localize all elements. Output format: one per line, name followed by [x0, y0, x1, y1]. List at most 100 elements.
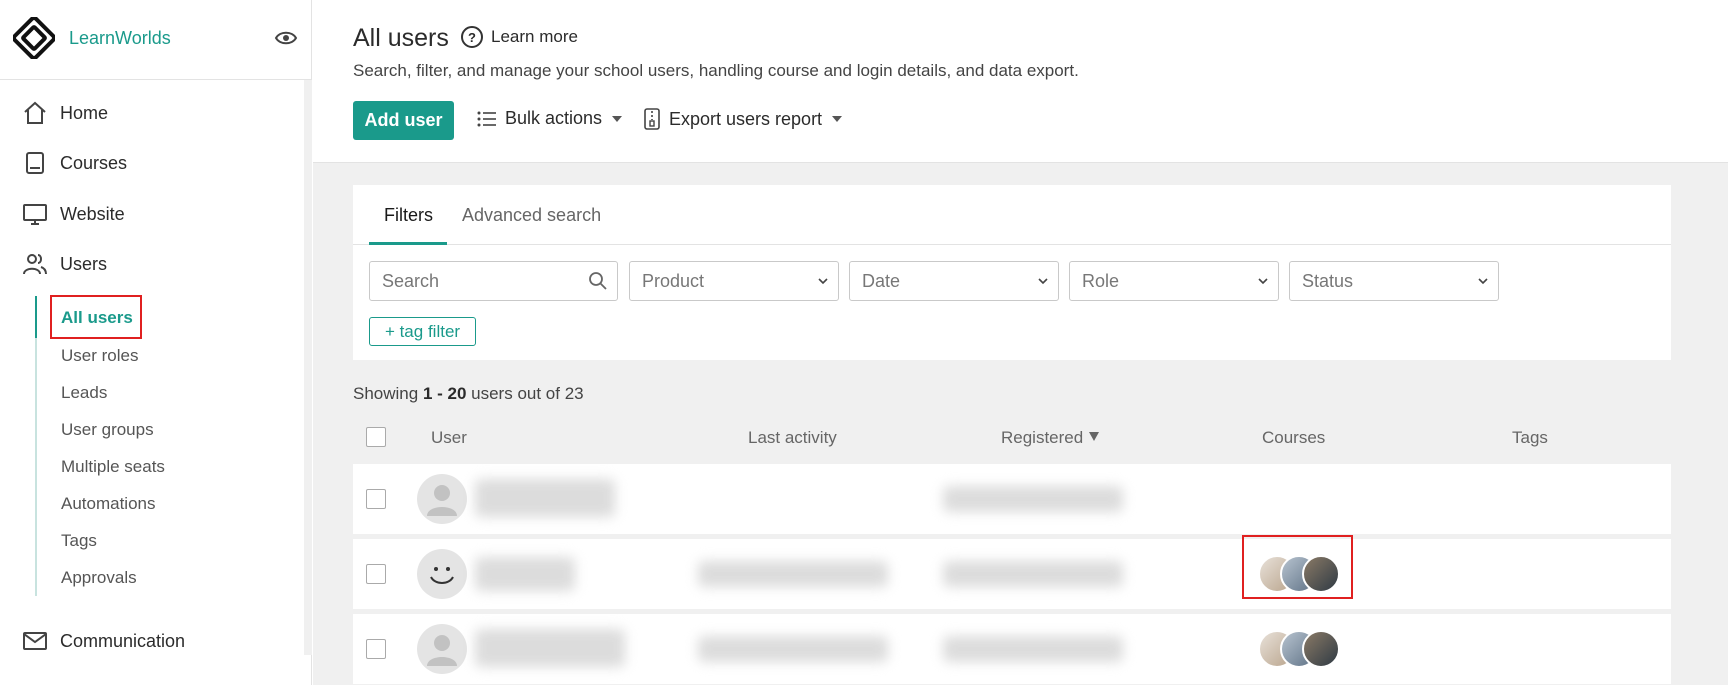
- sidebar-item-communication[interactable]: Communication: [22, 628, 185, 654]
- blurred-user-name[interactable]: [475, 557, 575, 591]
- tab-filters[interactable]: Filters: [384, 205, 433, 226]
- table-row[interactable]: [353, 539, 1671, 609]
- monitor-icon: [23, 204, 47, 225]
- product-select[interactable]: Product: [629, 261, 839, 301]
- export-users-report-dropdown[interactable]: Export users report: [643, 108, 843, 130]
- help-icon: ?: [461, 26, 483, 48]
- chevron-down-icon: [1258, 278, 1268, 285]
- sidebar-subitem-multiple-seats[interactable]: Multiple seats: [61, 457, 165, 477]
- users-icon: [23, 254, 47, 275]
- sidebar-item-users[interactable]: Users: [22, 251, 107, 277]
- sidebar-subitem-automations[interactable]: Automations: [61, 494, 156, 514]
- submenu-rail: [35, 296, 37, 596]
- blurred-user-name[interactable]: [475, 629, 625, 667]
- sidebar-item-label: Website: [60, 203, 125, 224]
- course-thumbnail[interactable]: [1302, 630, 1340, 668]
- column-user[interactable]: User: [431, 428, 467, 448]
- sidebar-item-home[interactable]: Home: [22, 100, 108, 126]
- tab-advanced-search[interactable]: Advanced search: [462, 205, 601, 226]
- smiley-avatar[interactable]: [417, 549, 467, 599]
- sidebar-subitem-tags[interactable]: Tags: [61, 531, 97, 551]
- bulk-actions-dropdown[interactable]: Bulk actions: [477, 108, 623, 129]
- mail-icon: [23, 632, 47, 650]
- date-select-label: Date: [862, 270, 901, 291]
- sidebar-subitem-leads[interactable]: Leads: [61, 383, 107, 403]
- column-courses[interactable]: Courses: [1262, 428, 1325, 448]
- column-tags[interactable]: Tags: [1512, 428, 1548, 448]
- sidebar: LearnWorlds Home Courses Website Users A…: [0, 0, 312, 685]
- table-row[interactable]: [353, 464, 1671, 534]
- bulk-actions-label: Bulk actions: [505, 108, 603, 128]
- product-select-label: Product: [642, 270, 705, 291]
- tag-filter-button[interactable]: + tag filter: [369, 317, 476, 346]
- eye-icon[interactable]: [274, 28, 298, 48]
- active-tab-indicator: [369, 242, 447, 245]
- table-header: User Last activity Registered Courses Ta…: [353, 420, 1671, 456]
- sidebar-subitem-user-roles[interactable]: User roles: [61, 346, 138, 366]
- add-user-button[interactable]: Add user: [353, 101, 454, 140]
- sort-desc-icon: [1089, 432, 1100, 441]
- main-content: All users ? Learn more Search, filter, a…: [313, 0, 1728, 685]
- date-select[interactable]: Date: [849, 261, 1059, 301]
- sidebar-item-website[interactable]: Website: [22, 201, 125, 227]
- sidebar-item-label: Communication: [60, 630, 186, 651]
- blurred-last-activity: [698, 561, 888, 587]
- learnworlds-logo-icon[interactable]: [13, 17, 55, 59]
- column-registered[interactable]: Registered: [1001, 428, 1100, 448]
- status-select[interactable]: Status: [1289, 261, 1499, 301]
- home-icon: [24, 101, 46, 124]
- sidebar-scrollbar[interactable]: [304, 80, 312, 655]
- results-range: 1 - 20: [422, 384, 467, 403]
- chevron-down-icon: [1038, 278, 1048, 285]
- results-summary: Showing 1 - 20 users out of 23: [353, 384, 584, 404]
- export-users-report-label: Export users report: [669, 108, 823, 129]
- page-header: All users ? Learn more Search, filter, a…: [313, 0, 1728, 163]
- blurred-registered-date: [943, 636, 1123, 662]
- page-title: All users: [353, 24, 449, 52]
- column-registered-label: Registered: [1001, 428, 1084, 447]
- sidebar-item-label: Users: [60, 253, 108, 274]
- sidebar-subitem-approvals[interactable]: Approvals: [61, 568, 137, 588]
- sidebar-item-label: Home: [60, 102, 109, 123]
- default-avatar[interactable]: [417, 624, 467, 674]
- table-row[interactable]: [353, 614, 1671, 684]
- learn-more-label: Learn more: [491, 27, 578, 46]
- results-prefix: Showing: [353, 384, 423, 403]
- sidebar-subitem-user-groups[interactable]: User groups: [61, 420, 154, 440]
- select-all-checkbox[interactable]: [366, 427, 386, 447]
- role-select-label: Role: [1082, 270, 1120, 291]
- row-checkbox[interactable]: [366, 489, 386, 509]
- learn-more-link[interactable]: ? Learn more: [461, 26, 578, 48]
- caret-down-icon: [612, 115, 623, 122]
- column-last-activity[interactable]: Last activity: [748, 428, 837, 448]
- highlight-box-all-users: [50, 295, 142, 339]
- highlight-box-courses: [1242, 535, 1353, 599]
- row-checkbox[interactable]: [366, 564, 386, 584]
- caret-down-icon: [832, 116, 843, 122]
- book-icon: [26, 152, 44, 174]
- search-icon: [589, 272, 607, 290]
- zip-file-icon: [644, 108, 660, 130]
- sidebar-item-label: Courses: [60, 152, 128, 173]
- blurred-user-name[interactable]: [475, 479, 615, 517]
- default-avatar[interactable]: [417, 474, 467, 524]
- course-thumbnails[interactable]: [1258, 630, 1348, 668]
- blurred-registered-date: [943, 561, 1123, 587]
- blurred-registered-date: [943, 486, 1123, 512]
- search-input[interactable]: Search: [369, 261, 618, 301]
- results-suffix: users out of 23: [466, 384, 584, 403]
- brand-header: LearnWorlds: [0, 0, 312, 80]
- status-select-label: Status: [1302, 270, 1354, 291]
- page-subtitle: Search, filter, and manage your school u…: [353, 61, 1079, 80]
- role-select[interactable]: Role: [1069, 261, 1279, 301]
- filter-tabs: Filters Advanced search: [353, 185, 1671, 245]
- search-placeholder: Search: [382, 270, 440, 291]
- filter-panel: Filters Advanced search Search Product D…: [353, 185, 1671, 360]
- row-checkbox[interactable]: [366, 639, 386, 659]
- list-icon: [477, 111, 496, 126]
- chevron-down-icon: [1478, 278, 1488, 285]
- sidebar-item-courses[interactable]: Courses: [22, 150, 127, 176]
- chevron-down-icon: [818, 278, 828, 285]
- blurred-last-activity: [698, 636, 888, 662]
- brand-name[interactable]: LearnWorlds: [69, 28, 171, 49]
